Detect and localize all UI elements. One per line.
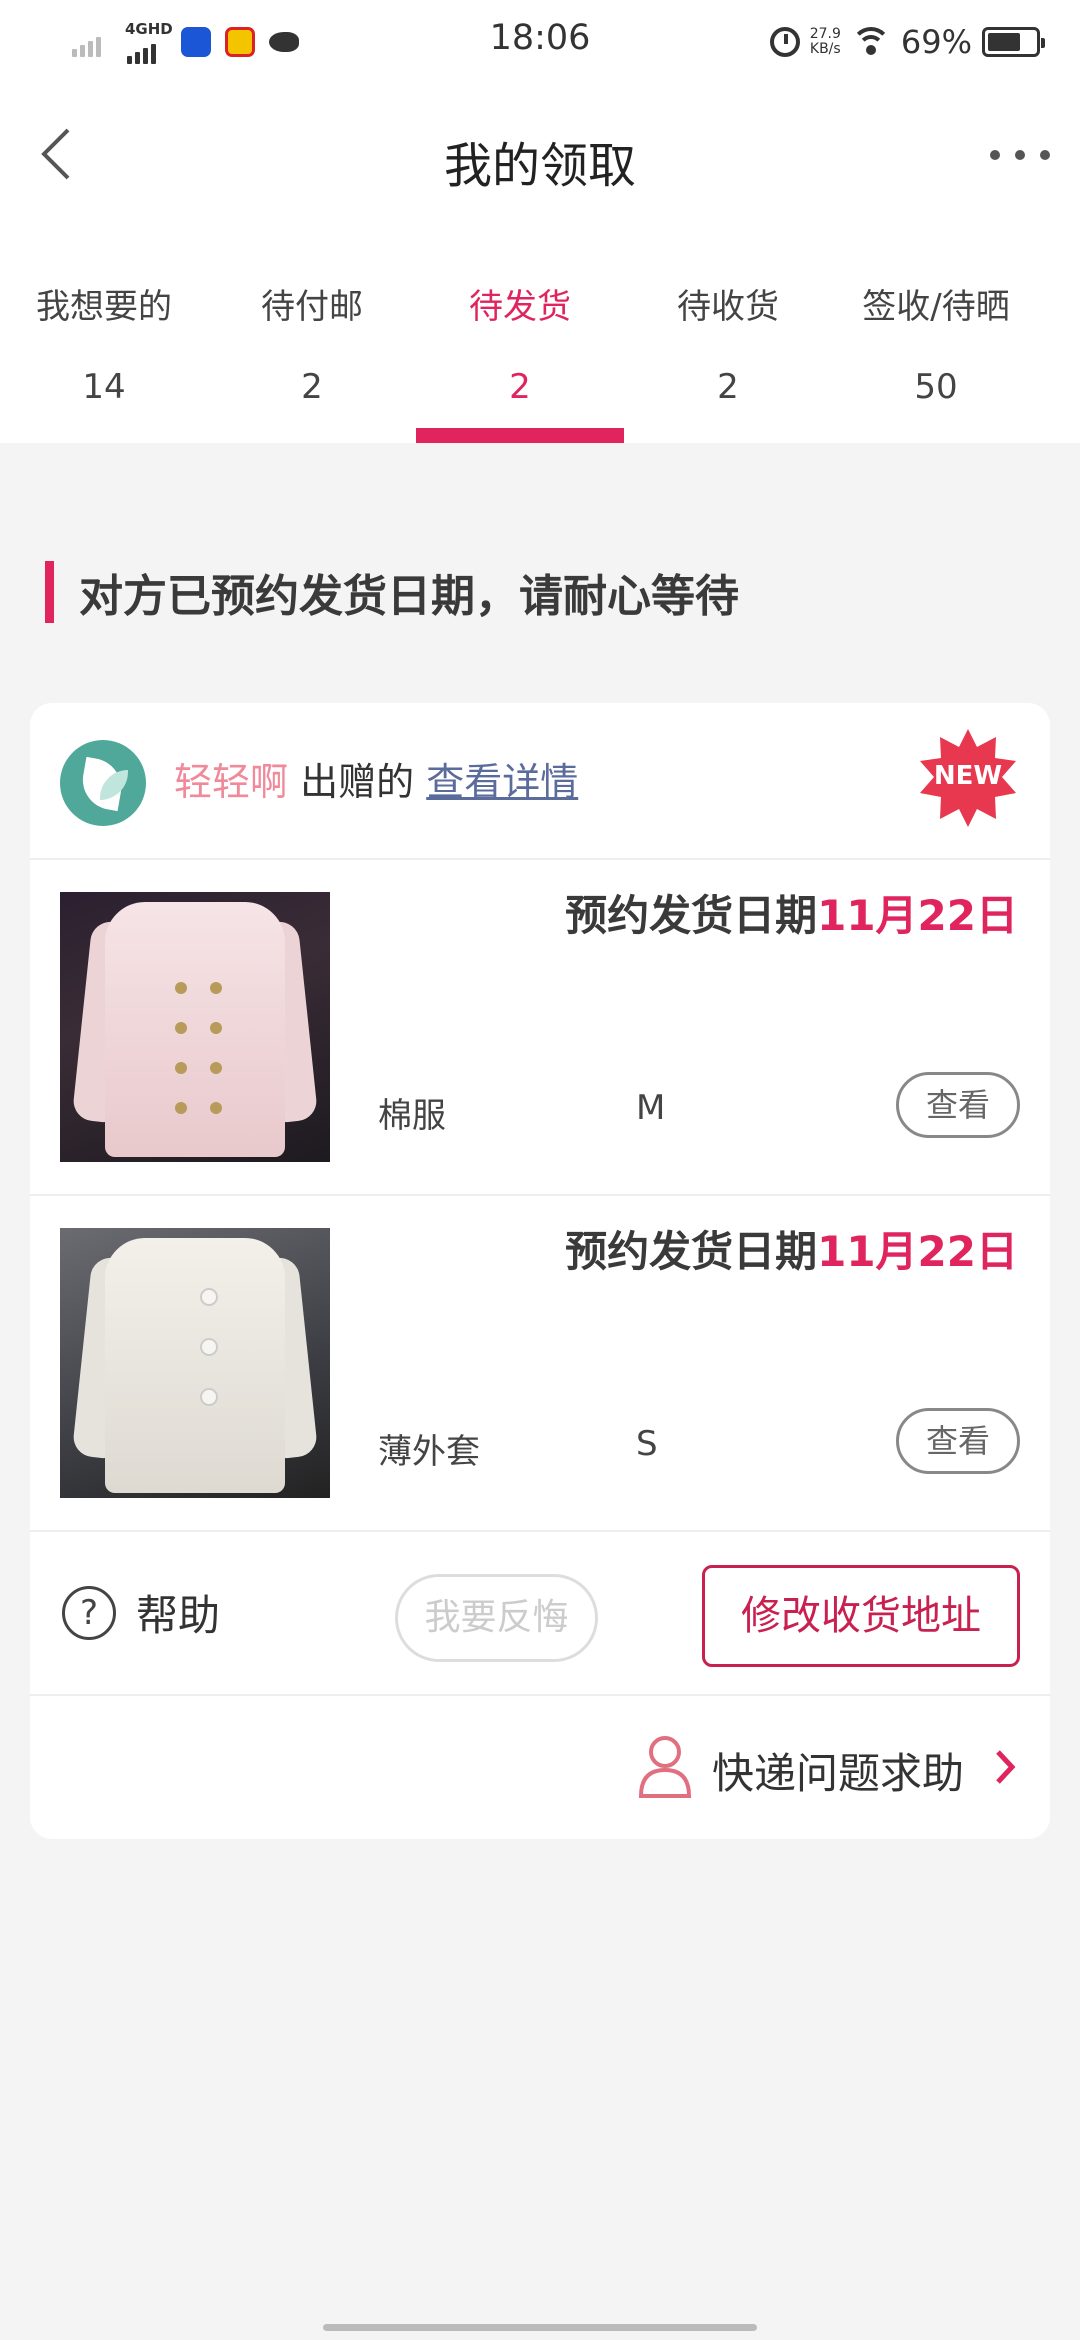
change-address-button[interactable]: 修改收货地址: [702, 1565, 1020, 1667]
tab-pending-shipment[interactable]: 待发货 2: [416, 265, 624, 443]
status-bar: 4GHD 18:06 27.9 KB/s 69%: [0, 0, 1080, 84]
app-header: 我的领取: [0, 100, 1080, 210]
tab-count: 2: [301, 367, 323, 407]
status-notice: 对方已预约发货日期，请耐心等待: [45, 560, 739, 624]
tab-pending-receipt[interactable]: 待收货 2: [624, 265, 832, 443]
page-title: 我的领取: [443, 138, 636, 194]
network-speed-unit: KB/s: [809, 41, 841, 57]
giver-avatar[interactable]: [60, 740, 146, 826]
giver-suffix: 出赠的: [300, 760, 415, 804]
notice-text: 对方已预约发货日期，请耐心等待: [79, 571, 739, 622]
ship-date-label: 预约发货日期: [565, 1227, 818, 1276]
person-icon: [638, 1736, 692, 1798]
order-actions: ? 帮助 我要反悔 修改收货地址: [30, 1532, 1050, 1696]
question-circle-icon: ?: [62, 1585, 116, 1640]
battery-icon: [982, 27, 1045, 57]
tab-label: 待收货: [677, 287, 779, 327]
tab-count: 2: [717, 367, 739, 407]
order-item: 预约发货日期11月22日 棉服 M 查看: [30, 860, 1050, 1196]
tab-label: 待付邮: [261, 287, 363, 327]
more-dot-icon: [1015, 150, 1025, 160]
status-right: 27.9 KB/s 69%: [769, 20, 1045, 64]
ship-date: 预约发货日期11月22日: [565, 1218, 1018, 1279]
ship-date-value: 11月22日: [817, 891, 1018, 940]
new-badge-label: NEW: [933, 761, 1003, 791]
view-item-button[interactable]: 查看: [896, 1408, 1020, 1474]
order-status-tabs: 我想要的 14 待付邮 2 待发货 2 待收货 2 签收/待晒 50: [0, 265, 1080, 443]
more-dot-icon: [990, 150, 1000, 160]
alarm-icon: [769, 27, 800, 57]
item-name: 棉服: [378, 1096, 446, 1136]
tab-received-share[interactable]: 签收/待晒 50: [832, 265, 1040, 443]
wifi-icon: [850, 27, 891, 57]
new-badge: NEW: [916, 727, 1020, 831]
help-button[interactable]: ? 帮助: [62, 1582, 220, 1643]
battery-fill: [988, 33, 1020, 51]
tab-count: 50: [914, 367, 958, 407]
express-help-row[interactable]: 快递问题求助: [30, 1696, 1050, 1839]
tab-label: 待发货: [469, 287, 571, 327]
more-options-button[interactable]: [990, 140, 1050, 170]
view-details-link[interactable]: 查看详情: [426, 760, 578, 804]
tab-count: 14: [82, 367, 126, 407]
tab-pending-postage[interactable]: 待付邮 2: [208, 265, 416, 443]
cancel-claim-button[interactable]: 我要反悔: [395, 1574, 598, 1662]
battery-percent: 69%: [900, 23, 972, 61]
network-speed: 27.9 KB/s: [810, 27, 841, 57]
ship-date-value: 11月22日: [817, 1227, 1018, 1276]
network-speed-value: 27.9: [809, 26, 841, 42]
item-size: M: [636, 1088, 666, 1128]
tab-label: 我想要的: [36, 287, 172, 327]
item-size: S: [636, 1424, 658, 1464]
more-dot-icon: [1040, 150, 1050, 160]
ship-date-label: 预约发货日期: [565, 891, 818, 940]
tab-wanted[interactable]: 我想要的 14: [0, 265, 208, 443]
giver-row: 轻轻啊 出赠的 查看详情 NEW: [30, 703, 1050, 860]
chevron-right-icon: [996, 1750, 1016, 1784]
giver-info: 轻轻啊 出赠的 查看详情: [174, 751, 578, 806]
view-item-button[interactable]: 查看: [896, 1072, 1020, 1138]
help-label: 帮助: [136, 1591, 221, 1640]
notice-accent-bar: [45, 561, 54, 623]
order-card: 轻轻啊 出赠的 查看详情 NEW 预约发货日期11月22日 棉服 M 查看 预约…: [30, 703, 1050, 1839]
home-indicator[interactable]: [323, 2324, 757, 2331]
tab-label: 签收/待晒: [862, 287, 1010, 327]
express-help-label: 快递问题求助: [712, 1749, 965, 1798]
giver-name[interactable]: 轻轻啊: [174, 760, 288, 804]
item-name: 薄外套: [378, 1432, 480, 1472]
ship-date: 预约发货日期11月22日: [565, 882, 1018, 943]
tab-count: 2: [509, 367, 531, 407]
item-photo[interactable]: [60, 1228, 330, 1498]
order-item: 预约发货日期11月22日 薄外套 S 查看: [30, 1196, 1050, 1532]
item-photo[interactable]: [60, 892, 330, 1162]
